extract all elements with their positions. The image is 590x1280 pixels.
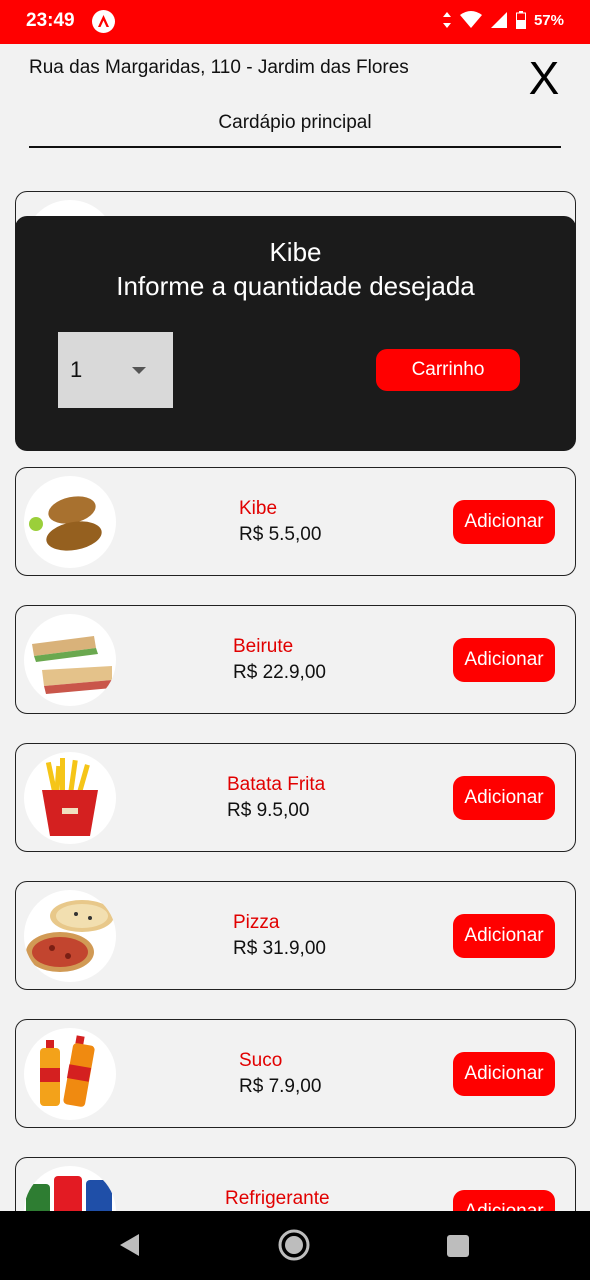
- juice-image: [24, 1028, 116, 1120]
- quantity-select[interactable]: 1: [58, 332, 173, 408]
- delivery-address: Rua das Margaridas, 110 - Jardim das Flo…: [29, 57, 409, 78]
- battery-level: 57%: [533, 11, 564, 29]
- add-button[interactable]: Adicionar: [453, 500, 555, 544]
- product-price: R$ 22.9,00: [233, 662, 326, 683]
- battery-icon: [515, 11, 526, 29]
- sandwich-image: [24, 614, 116, 706]
- add-button[interactable]: Adicionar: [453, 1052, 555, 1096]
- close-button[interactable]: X: [522, 52, 566, 104]
- product-price: R$ 5.5,00: [239, 524, 322, 545]
- pizza-image: [24, 890, 116, 982]
- product-name: Pizza: [233, 912, 280, 933]
- status-icons: 57%: [442, 11, 564, 29]
- data-transfer-icon: [442, 12, 451, 28]
- product-name: Suco: [239, 1050, 283, 1071]
- recent-apps-icon[interactable]: [447, 1235, 469, 1257]
- tab-main-menu[interactable]: Cardápio principal: [29, 112, 561, 148]
- add-button[interactable]: Adicionar: [453, 638, 555, 682]
- wifi-icon: [459, 11, 482, 28]
- kibe-image: [24, 476, 116, 568]
- add-button[interactable]: Adicionar: [453, 776, 555, 820]
- list-item: Beirute R$ 22.9,00 Adicionar: [15, 605, 576, 714]
- product-name: Beirute: [233, 636, 294, 657]
- quantity-dialog: Kibe Informe a quantidade desejada 1 Car…: [15, 216, 576, 451]
- system-nav-bar: [0, 1211, 590, 1280]
- status-time: 23:49: [26, 10, 75, 31]
- product-price: R$ 31.9,00: [233, 938, 326, 959]
- list-item: Suco R$ 7.9,00 Adicionar: [15, 1019, 576, 1128]
- product-price: R$ 9.5,00: [227, 800, 310, 821]
- quantity-value: 1: [70, 357, 83, 382]
- product-name: Kibe: [239, 498, 278, 519]
- product-name: Batata Frita: [227, 774, 326, 795]
- home-icon[interactable]: [277, 1228, 311, 1267]
- product-price: R$ 7.9,00: [239, 1076, 322, 1097]
- dialog-prompt: Informe a quantidade desejada: [116, 271, 475, 301]
- dropdown-arrow-icon: [132, 367, 146, 374]
- list-item: Kibe R$ 5.5,00 Adicionar: [15, 467, 576, 576]
- add-button[interactable]: Adicionar: [453, 914, 555, 958]
- signal-icon: [490, 12, 507, 28]
- cart-button[interactable]: Carrinho: [376, 349, 520, 391]
- fries-image: [24, 752, 116, 844]
- list-item: Pizza R$ 31.9,00 Adicionar: [15, 881, 576, 990]
- product-name: Refrigerante: [225, 1188, 330, 1209]
- list-item: Batata Frita R$ 9.5,00 Adicionar: [15, 743, 576, 852]
- dialog-item-name: Kibe: [269, 237, 322, 267]
- status-bar: 23:49 57%: [0, 0, 590, 44]
- app-notification-icon: [92, 10, 115, 33]
- back-icon[interactable]: [119, 1233, 141, 1262]
